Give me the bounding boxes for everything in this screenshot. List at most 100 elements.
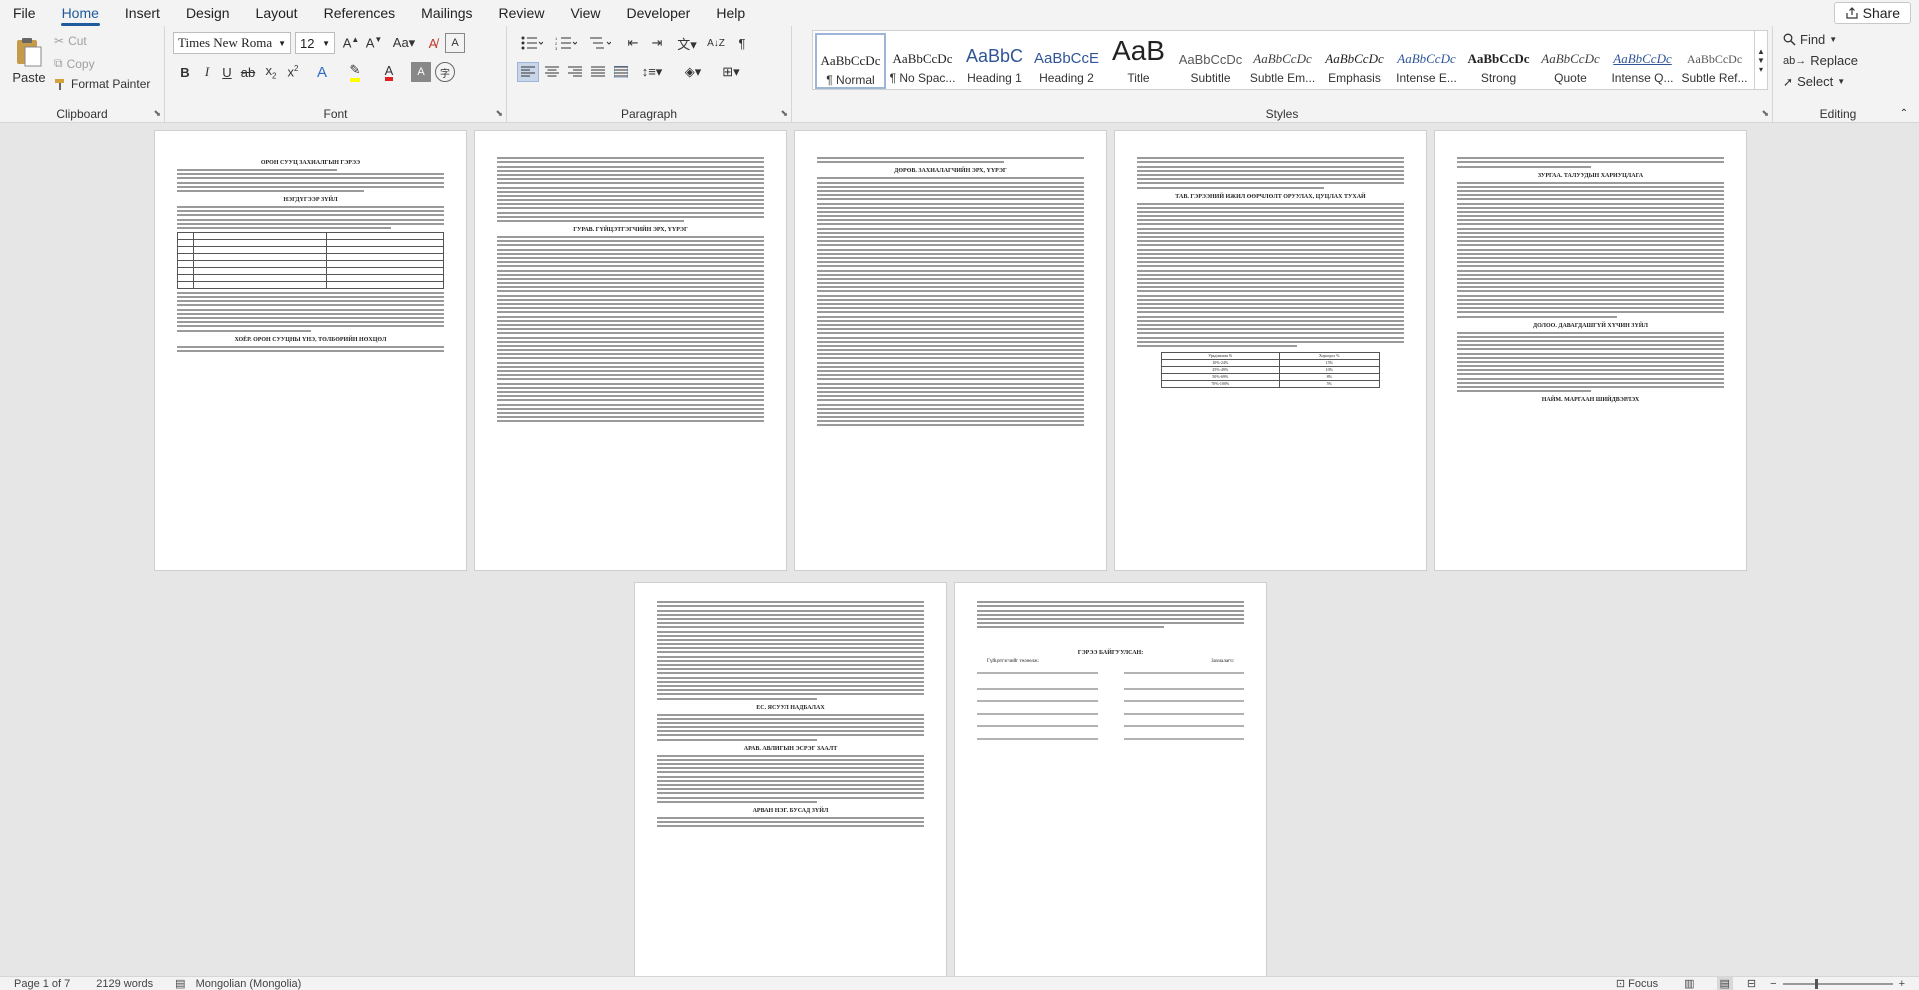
- multilevel-list-button[interactable]: [585, 33, 615, 53]
- read-mode-icon[interactable]: ▥: [1684, 977, 1694, 990]
- enclose-characters-button[interactable]: 字: [435, 62, 455, 82]
- style-emphasis[interactable]: AaBbCcDc Emphasis: [1319, 33, 1390, 89]
- word-count[interactable]: 2129 words: [96, 978, 153, 990]
- decrease-indent-button[interactable]: ⇤: [622, 33, 644, 53]
- language-indicator[interactable]: Mongolian (Mongolia): [196, 978, 302, 990]
- styles-launcher-icon[interactable]: ⬊: [1761, 108, 1769, 119]
- collapse-ribbon-button[interactable]: ⌃: [1896, 106, 1912, 120]
- highlight-button[interactable]: ✎: [341, 62, 369, 82]
- select-label: Select: [1797, 74, 1834, 89]
- page-7[interactable]: ГЭРЭЭ БАЙГУУЛСАН: Гүйцэтгэгчийг төлөөлж:…: [954, 582, 1267, 976]
- page-5[interactable]: ЗУРГАА. ТАЛУУДЫН ХАРИУЦЛАГА ДОЛОО. ДАВАГ…: [1434, 130, 1747, 571]
- style-normal[interactable]: AaBbCcDc ¶ Normal: [815, 33, 886, 89]
- style-strong[interactable]: AaBbCcDc Strong: [1463, 33, 1534, 89]
- shrink-font-button[interactable]: A▼: [364, 33, 384, 53]
- shading-button[interactable]: ◈▾: [677, 62, 709, 82]
- style-heading-2[interactable]: AaBbCcE Heading 2: [1031, 33, 1102, 89]
- character-border-button[interactable]: A: [445, 33, 465, 53]
- menu-references[interactable]: References: [311, 0, 409, 26]
- align-right-button[interactable]: [564, 62, 586, 82]
- bold-button[interactable]: B: [175, 62, 195, 82]
- page-3[interactable]: ДӨРӨВ. ЗАХИАЛАГЧИЙН ЭРХ, ҮҮРЭГ: [794, 130, 1107, 571]
- find-button[interactable]: Find ▼: [1783, 32, 1837, 47]
- grow-font-button[interactable]: A▲: [341, 33, 361, 53]
- increase-indent-button[interactable]: ⇥: [646, 33, 668, 53]
- focus-button[interactable]: ⊡ Focus: [1616, 977, 1658, 990]
- menu-file[interactable]: File: [0, 0, 49, 26]
- style-no-spacing[interactable]: AaBbCcDc ¶ No Spac...: [887, 33, 958, 89]
- menu-review[interactable]: Review: [486, 0, 558, 26]
- share-button[interactable]: Share: [1833, 2, 1911, 24]
- menu-design[interactable]: Design: [173, 0, 243, 26]
- zoom-out-button[interactable]: −: [1770, 978, 1776, 990]
- font-size-dropdown[interactable]: 12 ▼: [295, 32, 335, 54]
- page-2[interactable]: ГУРАВ. ГҮЙЦЭТГЭГЧИЙН ЭРХ, ҮҮРЭГ: [474, 130, 787, 571]
- style-subtitle[interactable]: AaBbCcDc Subtitle: [1175, 33, 1246, 89]
- numbered-list-icon: 123: [555, 36, 577, 50]
- style-title[interactable]: AaB Title: [1103, 33, 1174, 89]
- page-6[interactable]: ЕС. ЯСУУЛ НАДБАЛАХ АРАВ. АВЛИГЫН ЭСРЭГ З…: [634, 582, 947, 976]
- style-subtle-reference[interactable]: AaBbCcDc Subtle Ref...: [1679, 33, 1750, 89]
- line-spacing-button[interactable]: ↕≡▾: [637, 62, 667, 82]
- superscript-icon: x2: [287, 64, 299, 80]
- zoom-slider-handle[interactable]: [1814, 978, 1818, 989]
- text-effects-button[interactable]: A: [310, 62, 334, 82]
- menu-insert[interactable]: Insert: [112, 0, 173, 26]
- style-subtle-emphasis[interactable]: AaBbCcDc Subtle Em...: [1247, 33, 1318, 89]
- page-heading: ХОЁР. ОРОН СУУЦНЫ ҮНЭ, ТӨЛБӨРИЙН НӨХЦӨЛ: [234, 336, 387, 343]
- font-launcher-icon[interactable]: ⬊: [495, 108, 503, 119]
- borders-button[interactable]: ⊞▾: [715, 62, 747, 82]
- cut-button[interactable]: ✂ Cut: [54, 34, 87, 48]
- page-4[interactable]: ТАВ. ГЭРЭЭНИЙ ИЖИЛ ӨӨРЧЛӨЛТ ОРУУЛАХ, ЦУЦ…: [1114, 130, 1427, 571]
- menu-developer[interactable]: Developer: [614, 0, 704, 26]
- justify-button[interactable]: [587, 62, 609, 82]
- menu-view[interactable]: View: [557, 0, 613, 26]
- style-heading-1[interactable]: AaBbC Heading 1: [959, 33, 1030, 89]
- page-1[interactable]: ОРОН СУУЦ ЗАХИАЛГЫН ГЭРЭЭ НЭГДҮГЭЭР ЗҮЙЛ…: [154, 130, 467, 571]
- change-case-icon: Aa▾: [392, 35, 416, 50]
- select-button[interactable]: ➚ Select ▼: [1783, 74, 1845, 89]
- page-heading: АРАВ. АВЛИГЫН ЭСРЭГ ЗААЛТ: [743, 745, 838, 752]
- print-layout-icon[interactable]: ▤: [1716, 977, 1733, 990]
- format-painter-button[interactable]: Format Painter: [54, 77, 150, 91]
- styles-scroll[interactable]: ▲ ▼ ▾: [1754, 30, 1768, 90]
- page-count[interactable]: Page 1 of 7: [14, 978, 70, 990]
- menu-mailings[interactable]: Mailings: [408, 0, 485, 26]
- change-case-button[interactable]: Aa▾: [390, 33, 418, 53]
- paragraph-launcher-icon[interactable]: ⬊: [780, 108, 788, 119]
- document-area[interactable]: ОРОН СУУЦ ЗАХИАЛГЫН ГЭРЭЭ НЭГДҮГЭЭР ЗҮЙЛ…: [0, 124, 1919, 976]
- font-name-dropdown[interactable]: Times New Roma ▼: [173, 32, 291, 54]
- proofing-icon[interactable]: ▤: [175, 977, 185, 990]
- style-intense-quote[interactable]: AaBbCcDc Intense Q...: [1607, 33, 1678, 89]
- subscript-button[interactable]: x2: [261, 62, 281, 82]
- zoom-in-button[interactable]: +: [1899, 978, 1905, 990]
- web-layout-icon[interactable]: ⊟: [1747, 977, 1756, 990]
- menu-help[interactable]: Help: [703, 0, 758, 26]
- style-quote[interactable]: AaBbCcDc Quote: [1535, 33, 1606, 89]
- clipboard-group: Paste ✂ Cut ⧉ Copy Format Painter Clipbo…: [0, 26, 165, 123]
- menu-home[interactable]: Home: [49, 0, 112, 26]
- menu-layout[interactable]: Layout: [243, 0, 311, 26]
- style-intense-emphasis[interactable]: AaBbCcDc Intense E...: [1391, 33, 1462, 89]
- numbering-button[interactable]: 123: [551, 33, 581, 53]
- clear-formatting-button[interactable]: A̸: [423, 33, 443, 53]
- underline-button[interactable]: U: [217, 62, 237, 82]
- align-center-button[interactable]: [541, 62, 563, 82]
- distributed-button[interactable]: [610, 62, 632, 82]
- character-shading-button[interactable]: A: [411, 62, 431, 82]
- font-color-button[interactable]: A: [375, 62, 403, 82]
- bullets-button[interactable]: [517, 33, 547, 53]
- italic-button[interactable]: I: [197, 62, 217, 82]
- show-hide-button[interactable]: ¶: [731, 33, 753, 53]
- clipboard-launcher-icon[interactable]: ⬊: [153, 108, 161, 119]
- paste-button[interactable]: Paste: [10, 30, 48, 90]
- superscript-button[interactable]: x2: [283, 62, 303, 82]
- asian-layout-button[interactable]: 文▾: [673, 33, 701, 53]
- zoom-slider[interactable]: [1782, 978, 1893, 989]
- style-preview: AaBbCcDc: [1325, 51, 1384, 66]
- sort-button[interactable]: A↓Z: [705, 33, 727, 53]
- strikethrough-button[interactable]: ab: [237, 62, 259, 82]
- align-left-button[interactable]: [517, 62, 539, 82]
- copy-button[interactable]: ⧉ Copy: [54, 56, 95, 71]
- replace-button[interactable]: ab→ Replace: [1783, 53, 1858, 68]
